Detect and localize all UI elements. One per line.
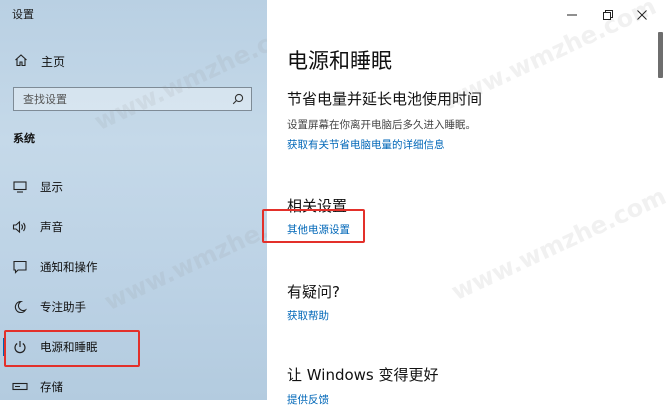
notification-icon [12,259,28,275]
home-nav-item[interactable]: 主页 [14,50,65,72]
close-icon [637,5,647,24]
sidebar-item-display[interactable]: 显示 [0,169,267,205]
home-icon [14,52,28,71]
window-title: 设置 [12,8,34,21]
speaker-icon [12,219,28,235]
sidebar-item-label: 通知和操作 [40,260,98,274]
battery-description: 设置屏幕在你离开电脑后多久进入睡眠。 [287,119,476,131]
page-title: 电源和睡眠 [287,49,392,73]
restore-button[interactable] [591,0,625,28]
minimize-button[interactable] [555,0,589,28]
restore-icon [603,5,613,24]
sidebar-item-label: 声音 [40,220,63,234]
minimize-icon [567,5,577,24]
highlight-box-power-sleep [4,330,140,367]
get-help-link[interactable]: 获取帮助 [287,308,329,323]
watermark: www.wmzhe.com [447,181,667,307]
section-heading-system: 系统 [13,132,35,145]
storage-icon [12,379,28,395]
home-label: 主页 [41,54,66,69]
sidebar-item-label: 显示 [40,180,63,194]
sidebar: 设置 主页 系统 显示 声音 通知和操作 专注助手 [0,0,323,400]
highlight-box-power-settings [262,209,365,243]
search-icon[interactable] [225,88,251,110]
sidebar-item-label: 专注助手 [40,300,86,314]
display-icon [12,179,28,195]
moon-icon [12,299,28,315]
feedback-heading: 让 Windows 变得更好 [287,366,439,384]
close-button[interactable] [625,0,659,28]
main-content: 电源和睡眠 节省电量并延长电池使用时间 设置屏幕在你离开电脑后多久进入睡眠。 获… [262,0,667,406]
sidebar-item-label: 存储 [40,380,63,394]
battery-info-link[interactable]: 获取有关节省电脑电量的详细信息 [287,137,445,152]
scrollbar-thumb[interactable] [658,32,663,78]
help-heading: 有疑问? [287,283,340,301]
